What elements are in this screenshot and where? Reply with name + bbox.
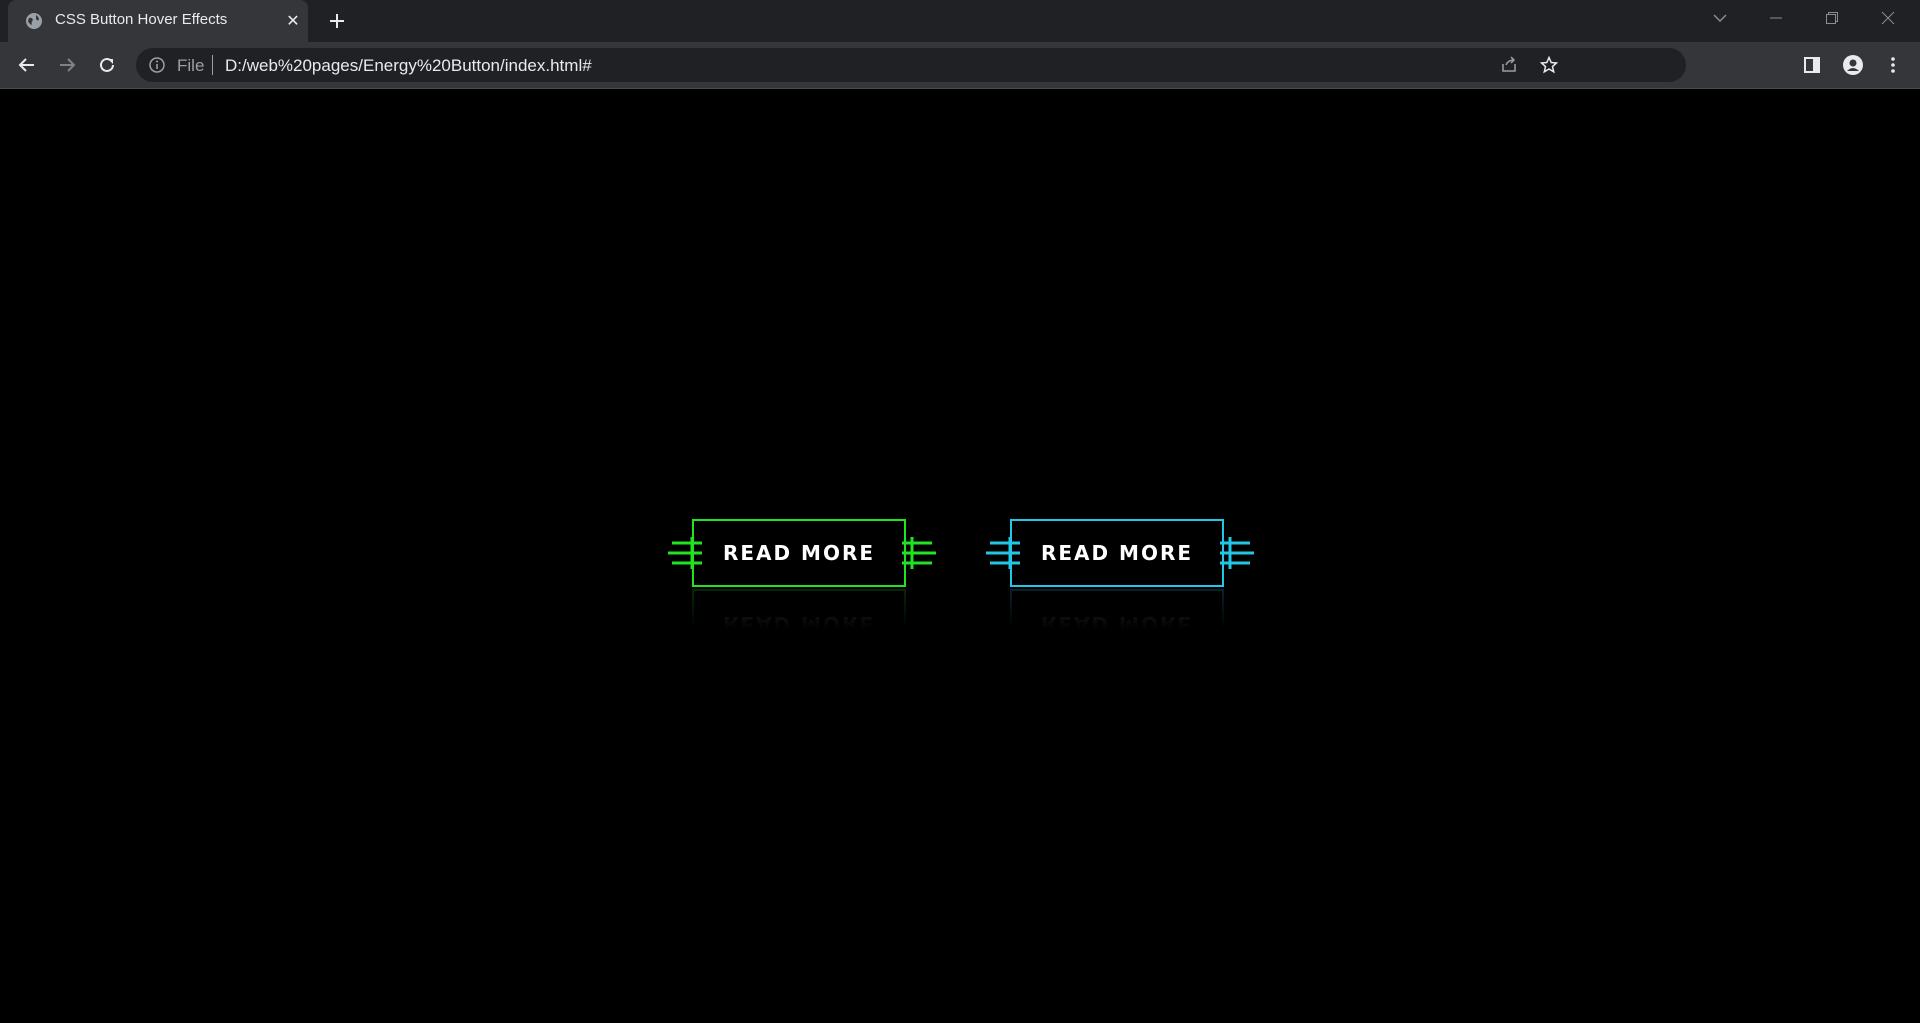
restore-button[interactable] [1804,0,1860,36]
new-tab-button[interactable] [326,10,348,32]
left-prong-icon [986,537,1020,569]
minimize-button[interactable] [1748,0,1804,36]
reload-icon [100,57,114,72]
restore-icon [1826,12,1838,24]
button-reflection-blue: READ MORE [1010,589,1224,657]
tab-search-button[interactable] [1692,0,1748,36]
avatar-icon [1843,55,1863,75]
tab-close-icon[interactable]: ✕ [284,12,302,30]
tab-strip: CSS Button Hover Effects ✕ [0,0,1920,42]
kebab-menu-icon [1891,57,1895,73]
reflection-label: READ MORE [1040,612,1194,636]
close-icon [1881,11,1895,25]
browser-tab[interactable]: CSS Button Hover Effects ✕ [8,0,308,42]
right-prong-icon [1220,537,1254,569]
read-more-label: READ MORE [722,541,876,565]
right-prong-icon [902,537,936,569]
address-url[interactable]: D:/web%20pages/Energy%20Button/index.htm… [225,56,592,76]
read-more-button-blue[interactable]: READ MORE [1010,519,1224,587]
share-icon [1502,56,1516,72]
toolbar: File D:/web%20pages/Energy%20Button/inde… [0,42,1920,88]
button-reflection-green: READ MORE [692,589,906,657]
share-button[interactable] [1496,52,1522,78]
info-icon[interactable] [148,56,166,74]
chevron-down-icon [1713,14,1727,23]
side-panel-icon [1804,57,1820,73]
back-button[interactable] [12,50,42,80]
menu-button[interactable] [1878,50,1908,80]
profile-button[interactable] [1838,50,1868,80]
address-scheme: File [177,56,205,75]
address-separator [212,55,213,75]
plus-icon [330,14,344,28]
read-more-label: READ MORE [1040,541,1194,565]
reflection-label: READ MORE [722,612,876,636]
reload-button[interactable] [92,50,122,80]
globe-icon [26,13,42,29]
page-content: READ MORE READ MORE READ MORE READ MORE [0,89,1920,1023]
arrow-left-icon [18,58,34,72]
read-more-button-green[interactable]: READ MORE [692,519,906,587]
star-icon [1540,56,1558,74]
side-panel-button[interactable] [1797,50,1827,80]
tab-title: CSS Button Hover Effects [55,11,228,28]
arrow-right-icon [60,58,76,72]
address-bar[interactable]: File D:/web%20pages/Energy%20Button/inde… [136,48,1686,82]
close-window-button[interactable] [1860,0,1916,36]
forward-button[interactable] [52,50,82,80]
left-prong-icon [668,537,702,569]
browser-chrome: CSS Button Hover Effects ✕ File D:/web%2… [0,0,1920,89]
bookmark-button[interactable] [1536,52,1562,78]
minimize-icon [1770,17,1782,19]
